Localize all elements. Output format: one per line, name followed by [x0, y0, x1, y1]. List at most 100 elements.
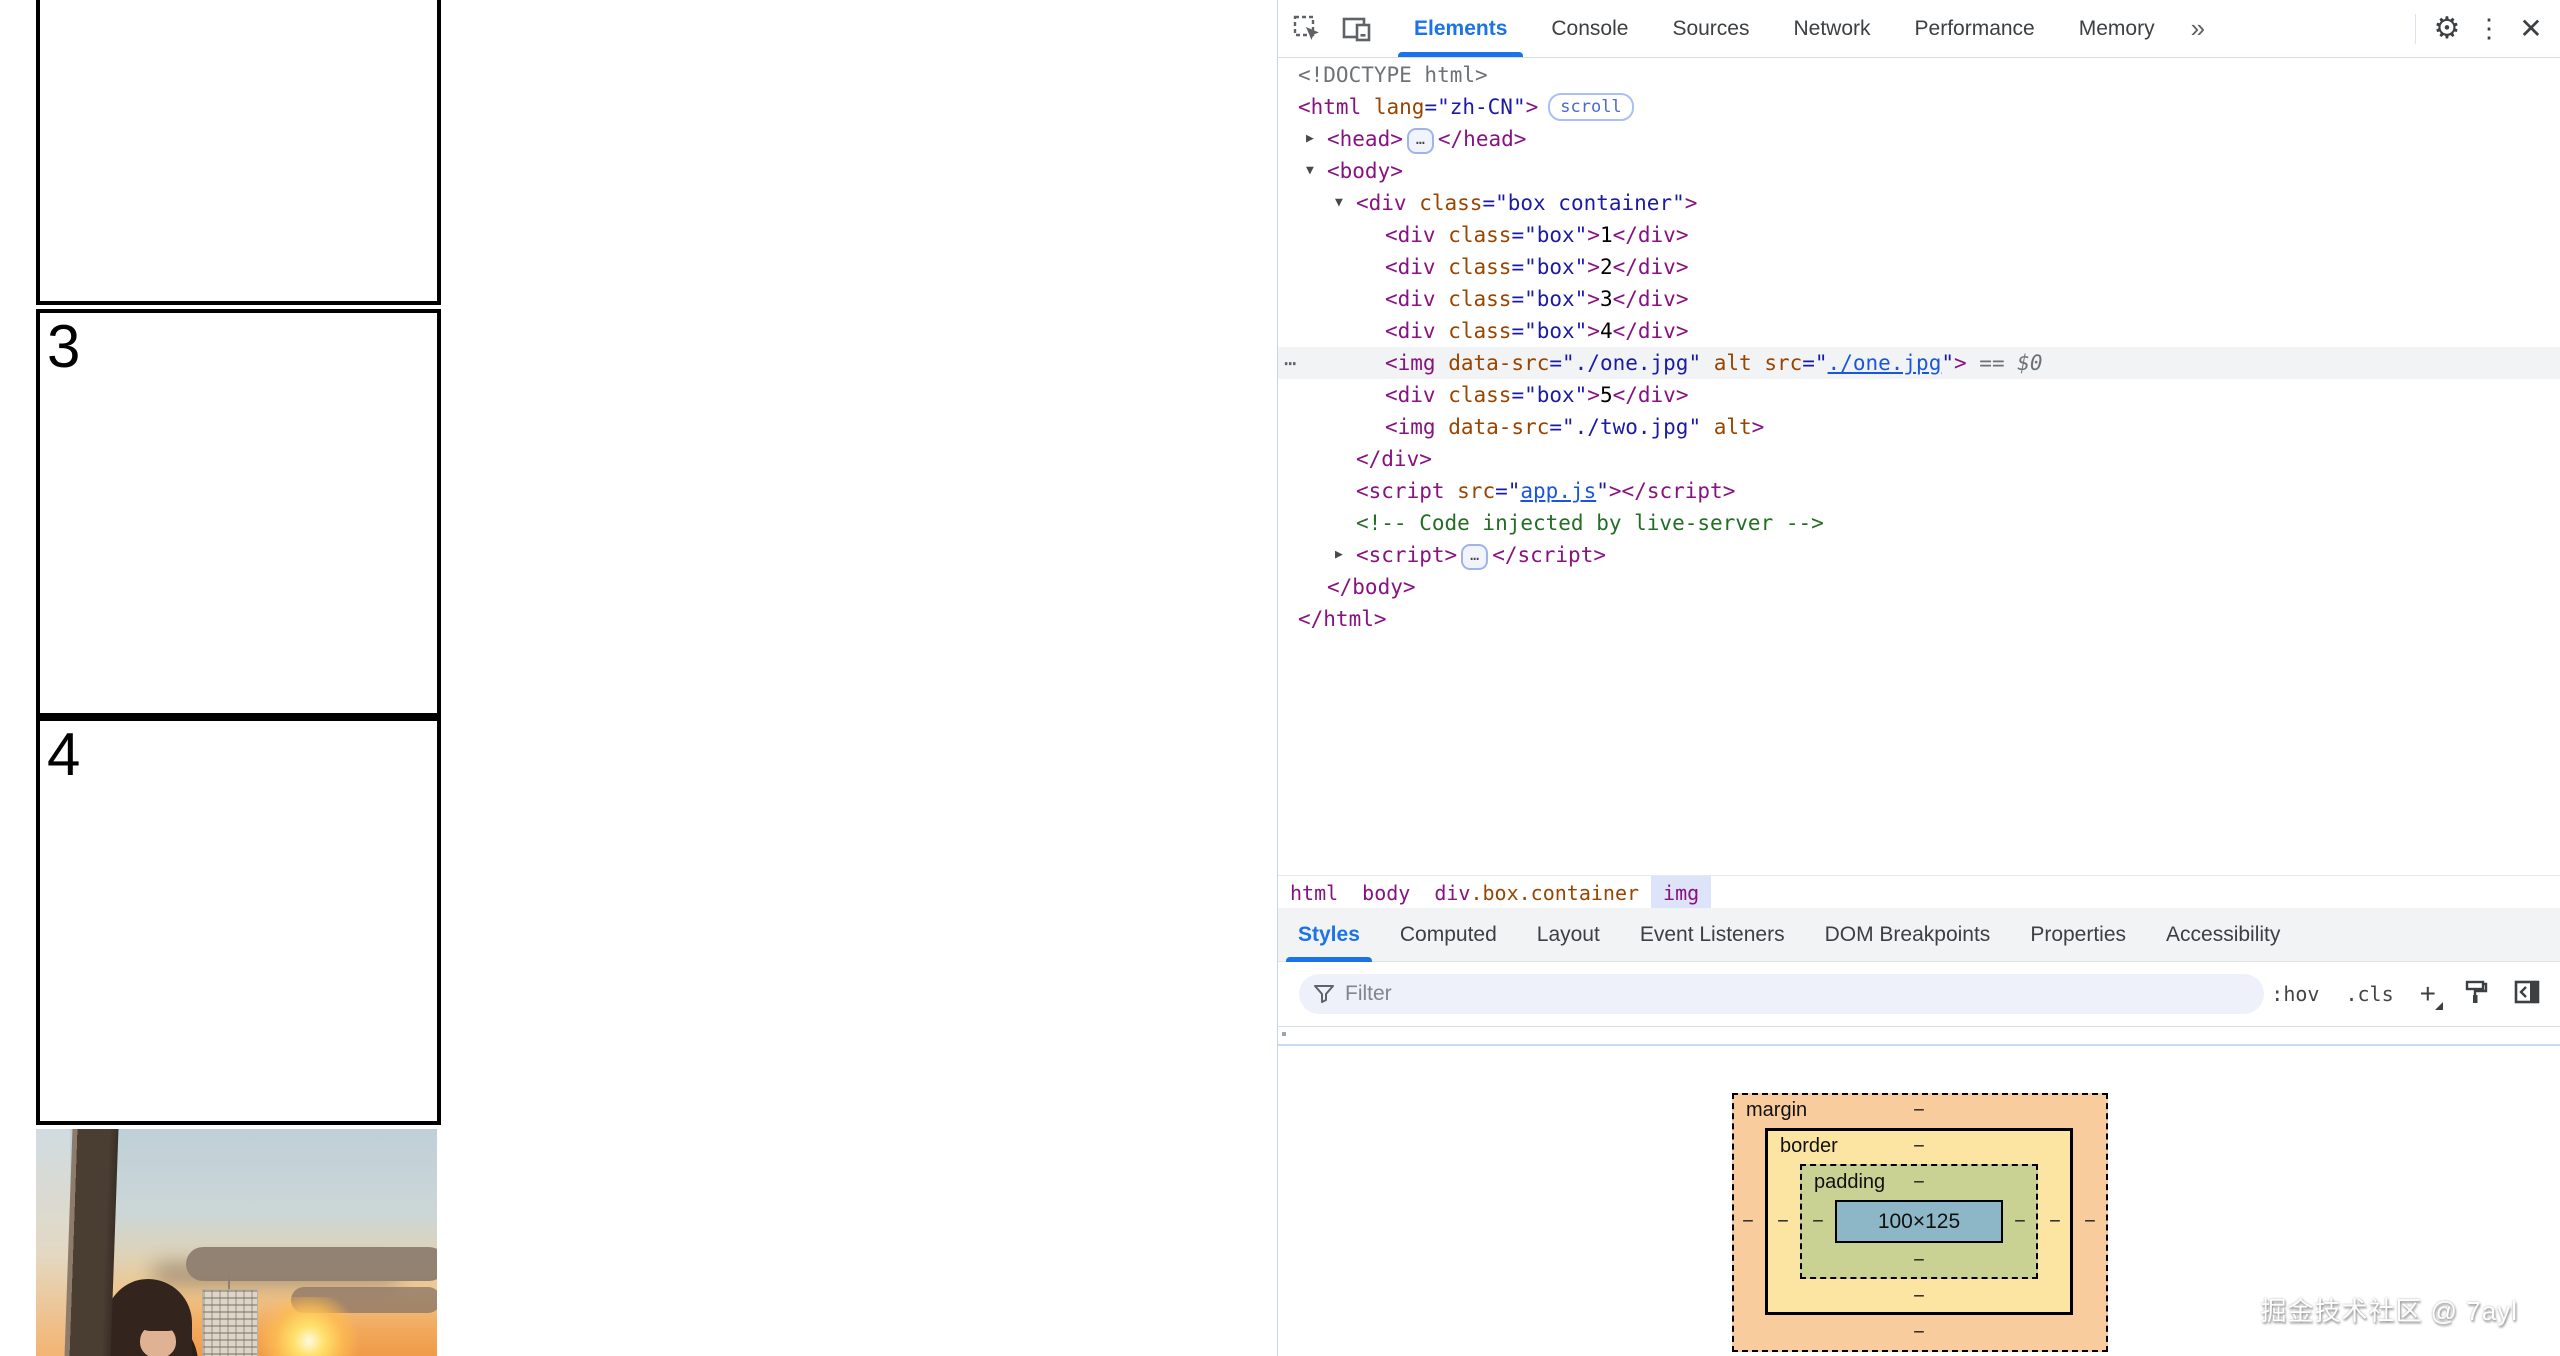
code-line[interactable]: </html> [1278, 603, 2560, 635]
inspect-element-icon[interactable] [1290, 12, 1324, 46]
tab-console[interactable]: Console [1529, 0, 1650, 57]
tab-styles[interactable]: Styles [1278, 908, 1380, 962]
code-token: </body> [1327, 575, 1416, 599]
code-token: > [1752, 415, 1765, 439]
collapse-arrow-icon[interactable]: ▼ [1306, 155, 1314, 187]
code-token: > [1587, 319, 1600, 343]
breadcrumb-div-box-container[interactable]: div.box.container [1422, 876, 1651, 909]
toggle-hover-state-button[interactable]: :hov [2271, 982, 2319, 1006]
code-token: > [1587, 383, 1600, 407]
tab-label: Performance [1915, 17, 2035, 41]
code-token: ="box" [1511, 383, 1587, 407]
margin-left-value[interactable]: − [1742, 1211, 1754, 1234]
devtools-tab-bar: Elements Console Sources Network Perform… [1392, 0, 2217, 57]
more-actions-icon[interactable]: ⋯ [1284, 347, 1294, 379]
divider [1278, 1044, 2560, 1046]
padding-bottom-value[interactable]: − [1913, 1250, 1925, 1273]
new-style-rule-button[interactable]: + [2420, 980, 2436, 1008]
building-antenna [228, 1269, 230, 1291]
border-label: border [1780, 1135, 1838, 1158]
toggle-sidebar-icon[interactable] [2514, 979, 2540, 1010]
settings-gear-icon[interactable]: ⚙ [2426, 8, 2468, 50]
code-token: ="box" [1511, 255, 1587, 279]
margin-right-value[interactable]: − [2084, 1211, 2096, 1234]
tab-performance[interactable]: Performance [1893, 0, 2057, 57]
code-line[interactable]: ⋯<img data-src="./one.jpg" alt src="./on… [1278, 347, 2560, 379]
code-line[interactable]: ▼<div class="box container"> [1278, 187, 2560, 219]
code-token: </html> [1298, 607, 1387, 631]
code-token: <img [1385, 415, 1436, 439]
code-token: lang [1361, 95, 1424, 119]
code-token: 3 [1600, 287, 1613, 311]
page-box-2 [36, 0, 441, 305]
breadcrumb-body[interactable]: body [1350, 876, 1422, 909]
more-tabs-icon[interactable]: » [2177, 13, 2217, 44]
code-line[interactable]: <script src="app.js"></script> [1278, 475, 2560, 507]
tab-layout[interactable]: Layout [1517, 908, 1620, 962]
style-filter-input[interactable]: Filter [1299, 974, 2264, 1014]
code-line[interactable]: <div class="box">3</div> [1278, 283, 2560, 315]
code-line[interactable]: <div class="box">5</div> [1278, 379, 2560, 411]
filter-funnel-icon [1313, 983, 1335, 1005]
code-token: ./one.jpg [1828, 351, 1942, 375]
tab-network[interactable]: Network [1771, 0, 1892, 57]
border-left-value[interactable]: − [1777, 1211, 1789, 1234]
expand-arrow-icon[interactable]: ▶ [1335, 539, 1343, 571]
code-token: </div> [1613, 287, 1689, 311]
tab-computed[interactable]: Computed [1380, 908, 1517, 962]
border-right-value[interactable]: − [2049, 1211, 2061, 1234]
tab-sources[interactable]: Sources [1650, 0, 1771, 57]
tab-accessibility[interactable]: Accessibility [2146, 908, 2300, 962]
tab-dom-breakpoints[interactable]: DOM Breakpoints [1805, 908, 2011, 962]
element-classes-button[interactable]: .cls [2345, 982, 2393, 1006]
code-line[interactable]: <div class="box">2</div> [1278, 251, 2560, 283]
code-token: class [1407, 191, 1483, 215]
breadcrumb-label: div [1434, 881, 1470, 905]
border-bottom-value[interactable]: − [1913, 1286, 1925, 1309]
padding-right-value[interactable]: − [2014, 1211, 2026, 1234]
filter-placeholder: Filter [1345, 982, 1392, 1006]
code-line[interactable]: ▼<body> [1278, 155, 2560, 187]
tab-properties[interactable]: Properties [2010, 908, 2146, 962]
padding-left-value[interactable]: − [1812, 1211, 1824, 1234]
code-line[interactable]: </div> [1278, 443, 2560, 475]
code-token: data-src [1436, 415, 1550, 439]
page-box-label: 4 [47, 721, 80, 788]
inline-expand-button[interactable]: … [1407, 128, 1434, 154]
scroll-badge[interactable]: scroll [1548, 93, 1633, 121]
code-line[interactable]: <!-- Code injected by live-server --> [1278, 507, 2560, 539]
expand-arrow-icon[interactable]: ▶ [1306, 123, 1314, 155]
code-token: <!-- Code injected by live-server --> [1356, 511, 1824, 535]
border-top-value[interactable]: − [1913, 1136, 1925, 1159]
code-line[interactable]: </body> [1278, 571, 2560, 603]
code-line[interactable]: <div class="box">1</div> [1278, 219, 2560, 251]
code-token: =" [1802, 351, 1827, 375]
paint-brush-icon[interactable] [2462, 979, 2488, 1010]
code-line[interactable]: ▶<script>…</script> [1278, 539, 2560, 571]
code-line[interactable]: <img data-src="./two.jpg" alt> [1278, 411, 2560, 443]
content-size-label: 100×125 [1878, 1210, 1960, 1234]
code-line[interactable]: <div class="box">4</div> [1278, 315, 2560, 347]
code-line[interactable]: <!DOCTYPE html> [1278, 59, 2560, 91]
padding-top-value[interactable]: − [1913, 1172, 1925, 1195]
devtools-toolbar: Elements Console Sources Network Perform… [1278, 0, 2560, 58]
tab-elements[interactable]: Elements [1392, 0, 1529, 57]
code-line[interactable]: <html lang="zh-CN">scroll [1278, 91, 2560, 123]
toggle-device-toolbar-icon[interactable] [1340, 12, 1374, 46]
code-line[interactable]: ▶<head>…</head> [1278, 123, 2560, 155]
tab-memory[interactable]: Memory [2057, 0, 2177, 57]
box-model-content-box[interactable]: 100×125 [1835, 1200, 2003, 1243]
customize-menu-icon[interactable]: ⋮ [2468, 8, 2510, 50]
tab-event-listeners[interactable]: Event Listeners [1620, 908, 1805, 962]
toolbar-separator [2415, 14, 2416, 44]
collapse-arrow-icon[interactable]: ▼ [1335, 187, 1343, 219]
breadcrumb-label: body [1362, 881, 1410, 905]
margin-bottom-value[interactable]: − [1913, 1322, 1925, 1345]
margin-top-value[interactable]: − [1913, 1100, 1925, 1123]
close-devtools-icon[interactable]: ✕ [2510, 8, 2552, 50]
code-token: alt [1701, 415, 1752, 439]
inline-expand-button[interactable]: … [1461, 544, 1488, 570]
breadcrumb-html[interactable]: html [1278, 876, 1350, 909]
breadcrumb-img[interactable]: img [1651, 876, 1711, 909]
breadcrumb-label: img [1663, 881, 1699, 905]
